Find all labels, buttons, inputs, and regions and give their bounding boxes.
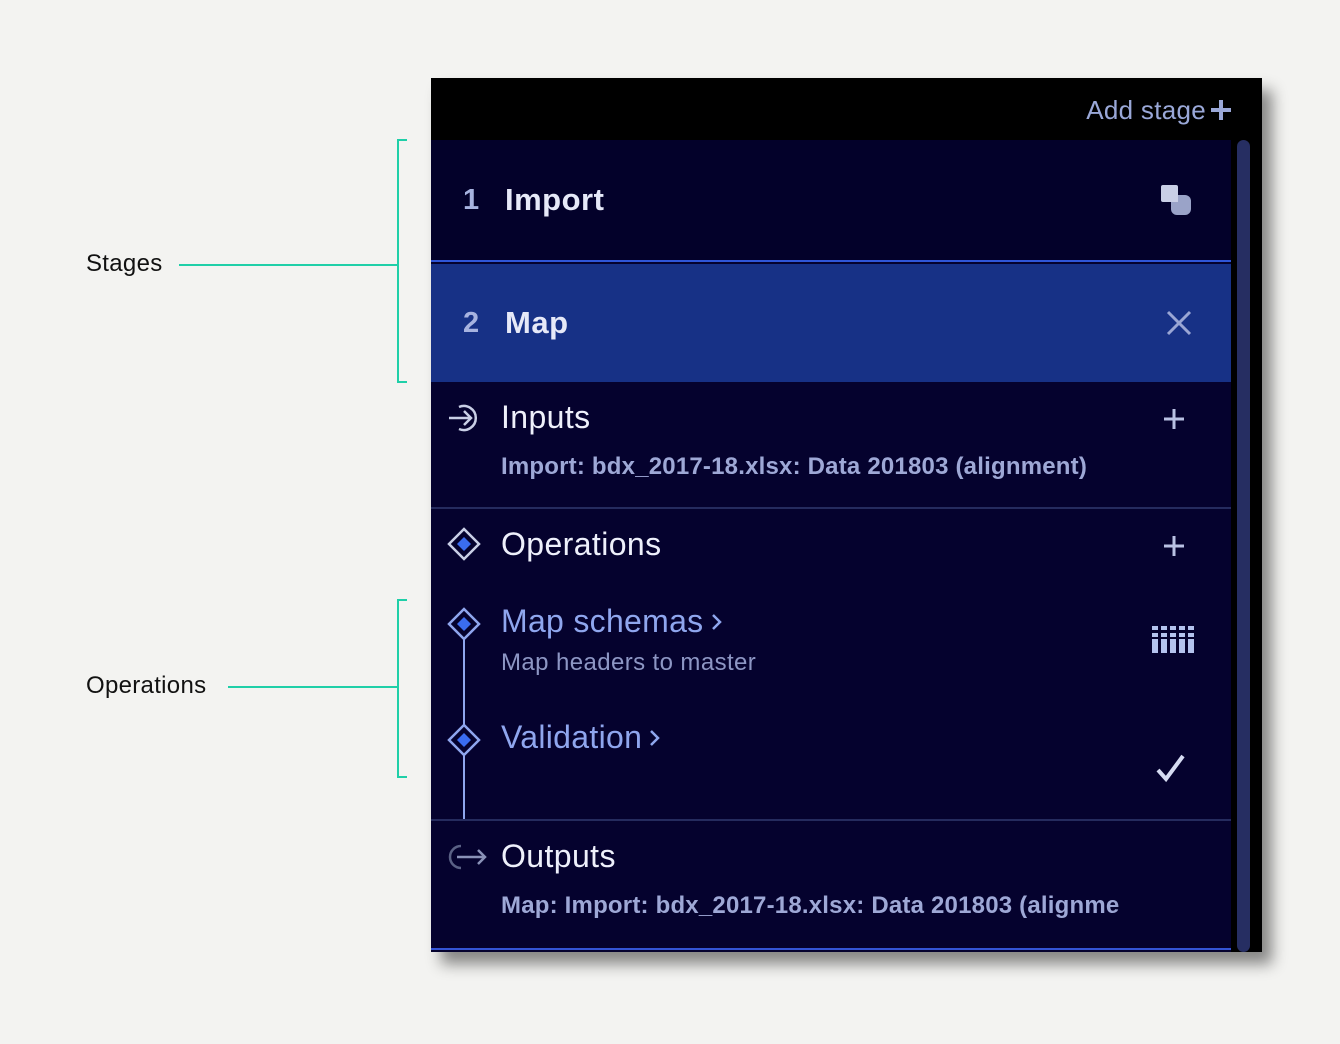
chevron-right-icon: [650, 729, 660, 746]
chevron-right-icon: [711, 613, 722, 630]
annotation-stages-label: Stages: [86, 250, 163, 277]
stage-number: 2: [463, 306, 480, 339]
scrollbar-track[interactable]: [1234, 140, 1252, 952]
stage-item-import[interactable]: 1 Import: [431, 140, 1231, 262]
add-stage-label: Add stage: [1086, 94, 1206, 125]
output-arrow-icon: [448, 844, 487, 870]
outputs-section: Outputs Map: Import: bdx_2017-18.xlsx: D…: [431, 821, 1231, 948]
operation-title-text: Map schemas: [501, 603, 704, 639]
operation-diamond-icon: [447, 723, 481, 757]
operations-diamond-icon: [447, 527, 481, 561]
stage-blocks-icon[interactable]: [1159, 183, 1193, 217]
annotation-operations-bracket: [397, 599, 407, 778]
add-stage-button[interactable]: Add stage: [1086, 94, 1232, 125]
annotation-stages-bracket: [397, 139, 407, 383]
bottom-accent-line: [431, 948, 1231, 950]
annotation-operations-line: [228, 686, 398, 688]
operation-item-map-schemas[interactable]: Map schemas Map headers to master: [431, 593, 1231, 693]
check-icon[interactable]: [1155, 753, 1187, 783]
operation-title[interactable]: Validation: [501, 719, 662, 756]
inputs-section: Inputs Import: bdx_2017-18.xlsx: Data 20…: [431, 382, 1231, 508]
operations-title: Operations: [501, 526, 662, 562]
stage-name: Map: [505, 305, 569, 340]
plus-icon: [1211, 100, 1231, 120]
pipeline-panel: Add stage 1 Import 2 Map Inputs Import: …: [431, 78, 1262, 952]
add-input-button[interactable]: [1163, 408, 1185, 430]
stage-number: 1: [463, 183, 480, 216]
outputs-value: Map: Import: bdx_2017-18.xlsx: Data 2018…: [501, 892, 1120, 919]
input-arrow-icon: [449, 404, 477, 432]
columns-icon[interactable]: [1151, 626, 1197, 654]
scrollbar-thumb[interactable]: [1237, 140, 1250, 952]
outputs-title: Outputs: [501, 838, 616, 874]
inputs-title: Inputs: [501, 399, 591, 435]
operation-title[interactable]: Map schemas: [501, 603, 724, 640]
close-icon[interactable]: [1165, 309, 1193, 337]
panel-toolbar: Add stage: [431, 78, 1262, 140]
operation-subtitle: Map headers to master: [501, 649, 757, 676]
add-operation-button[interactable]: [1163, 535, 1185, 557]
operation-diamond-icon: [447, 607, 481, 641]
annotation-operations-label: Operations: [86, 672, 207, 699]
stage-item-map[interactable]: 2 Map: [431, 264, 1231, 382]
operations-section: Operations Map schemas Map headers to ma…: [431, 509, 1231, 820]
operation-item-validation[interactable]: Validation: [431, 709, 1231, 809]
annotation-stages-line: [179, 264, 398, 266]
outputs-fade: [1111, 821, 1231, 948]
operation-title-text: Validation: [501, 719, 643, 755]
stage-name: Import: [505, 182, 605, 217]
inputs-value: Import: bdx_2017-18.xlsx: Data 201803 (a…: [501, 453, 1088, 480]
